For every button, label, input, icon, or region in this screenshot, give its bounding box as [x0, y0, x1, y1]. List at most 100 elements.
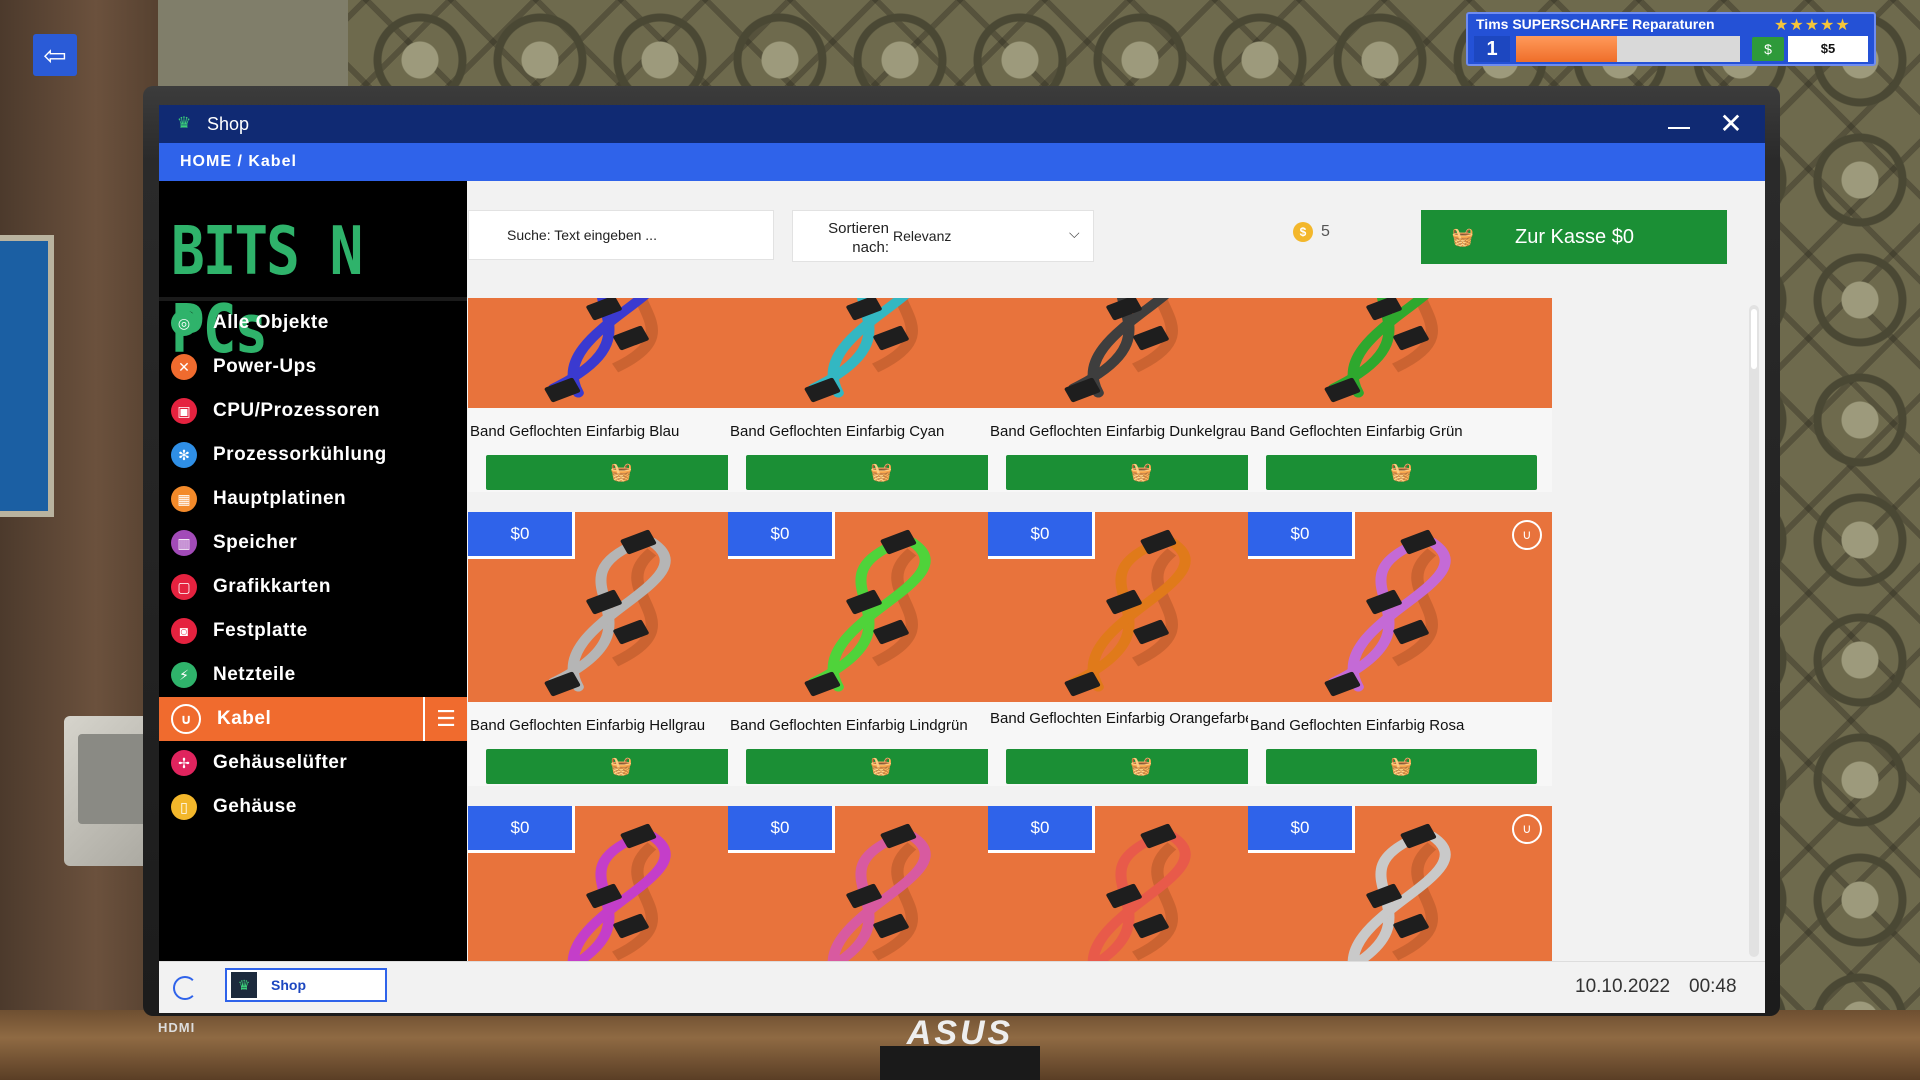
product-image[interactable]: $0∪	[468, 512, 772, 702]
basket-icon: 🧺	[1390, 756, 1413, 776]
minimize-button[interactable]	[1665, 113, 1693, 137]
sort-selected-value: Relevanz	[893, 228, 952, 244]
sidebar-item-label: Grafikkarten	[213, 576, 331, 597]
sidebar-item-motherboard[interactable]: ▦ Hauptplatinen	[159, 477, 467, 521]
fan-icon: ✢	[171, 750, 197, 776]
tools-icon: ✕	[171, 354, 197, 380]
product-card[interactable]: $0∪ Band Geflochten Einfarbig Blau 🧺	[468, 298, 772, 492]
product-name: Band Geflochten Einfarbig Lindgrün	[730, 717, 968, 734]
product-image[interactable]: $0∪	[988, 806, 1292, 961]
price-tag: $0	[468, 512, 575, 559]
basket-icon: 🧺	[1390, 462, 1413, 482]
coin-count: 5	[1321, 223, 1330, 240]
product-grid-scrollbar[interactable]	[1749, 305, 1759, 957]
price-tag: $0	[728, 512, 835, 559]
product-card[interactable]: $0∪ Band Geflochten Einfarbig Orangefarbe…	[988, 512, 1292, 786]
add-to-cart-button[interactable]: 🧺	[746, 749, 1017, 784]
sidebar-item-cpu[interactable]: ▣ CPU/Prozessoren	[159, 389, 467, 433]
shop-name: Tims SUPERSCHARFE Reparaturen	[1476, 16, 1715, 32]
sidebar-item-case[interactable]: ▯ Gehäuse	[159, 785, 467, 829]
sidebar-item-memory[interactable]: ▥ Speicher	[159, 521, 467, 565]
checkout-button[interactable]: 🧺 Zur Kasse $0	[1421, 210, 1727, 264]
power-supply-icon: ⚡	[171, 662, 197, 688]
product-card[interactable]: $0∪	[988, 806, 1292, 961]
chevron-down-icon: ⌵	[1069, 225, 1080, 241]
cooling-icon: ✻	[171, 442, 197, 468]
exit-computer-button[interactable]: ⇦	[33, 34, 77, 76]
product-card[interactable]: $0∪ Band Geflochten Einfarbig Lindgrün 🧺	[728, 512, 1032, 786]
add-to-cart-button[interactable]: 🧺	[486, 749, 757, 784]
coin-icon: $	[1293, 222, 1313, 242]
product-card[interactable]: $0∪	[728, 806, 1032, 961]
product-name: Band Geflochten Einfarbig Grün	[1250, 423, 1463, 440]
sidebar-item-label: Netzteile	[213, 664, 296, 685]
sidebar-item-hdd[interactable]: ◙ Festplatte	[159, 609, 467, 653]
breadcrumb-current: Kabel	[248, 153, 297, 170]
gpu-icon: ▢	[171, 574, 197, 600]
product-image[interactable]: $0∪	[728, 512, 1032, 702]
product-card[interactable]: $0∪ Band Geflochten Einfarbig Cyan 🧺	[728, 298, 1032, 492]
add-to-cart-button[interactable]: 🧺	[486, 455, 757, 490]
sort-dropdown[interactable]: Sortieren nach: Relevanz ⌵	[792, 210, 1094, 262]
scrollbar-thumb[interactable]	[1751, 309, 1757, 369]
filter-sliders-icon[interactable]: ☰	[423, 697, 467, 741]
rating-stars-icon: ★★★★★	[1774, 17, 1851, 34]
wall-picture	[0, 235, 54, 517]
add-to-cart-button[interactable]: 🧺	[746, 455, 1017, 490]
taskbar-shop-label: Shop	[271, 977, 306, 993]
cash-amount: $5	[1788, 36, 1868, 62]
product-image[interactable]: $0∪	[1248, 512, 1552, 702]
product-name: Band Geflochten Einfarbig Dunkelgrau	[990, 423, 1246, 440]
product-image[interactable]: $0∪	[468, 806, 772, 961]
sidebar-item-label: CPU/Prozessoren	[213, 400, 380, 421]
add-to-cart-button[interactable]: 🧺	[1006, 749, 1277, 784]
start-menu-icon[interactable]	[173, 976, 197, 1000]
all-objects-icon: ◎	[171, 310, 197, 336]
sidebar-item-cooling[interactable]: ✻ Prozessorkühlung	[159, 433, 467, 477]
basket-icon: 🧺	[1130, 462, 1153, 482]
price-tag: $0	[728, 806, 835, 853]
product-card[interactable]: $0∪	[1248, 806, 1552, 961]
product-name: Band Geflochten Einfarbig Orangefarben	[990, 710, 1262, 727]
product-image[interactable]: $0∪	[1248, 298, 1552, 408]
search-input[interactable]	[468, 210, 774, 260]
product-card[interactable]: $0∪ Band Geflochten Einfarbig Dunkelgrau 🧺	[988, 298, 1292, 492]
wall-panel	[158, 0, 348, 100]
product-card[interactable]: $0 ∪ Band Geflochten Einfarbig Rosa 🧺	[1248, 512, 1552, 786]
taskbar: ♛ Shop 10.10.2022 00:48	[159, 961, 1765, 1013]
category-sidebar: BITS N PCs ◎ Alle Objekte ✕ Power-Ups ▣ CPU/P…	[159, 181, 467, 961]
product-card[interactable]: $0∪	[468, 806, 772, 961]
sidebar-item-tools[interactable]: ✕ Power-Ups	[159, 345, 467, 389]
xp-progress-fill	[1516, 36, 1617, 62]
sidebar-item-all-objects[interactable]: ◎ Alle Objekte	[159, 301, 467, 345]
sidebar-item-gpu[interactable]: ▢ Grafikkarten	[159, 565, 467, 609]
sidebar-item-power-supply[interactable]: ⚡ Netzteile	[159, 653, 467, 697]
close-icon: ✕	[1719, 108, 1743, 139]
product-image[interactable]: $0∪	[1248, 806, 1552, 961]
product-name: Band Geflochten Einfarbig Blau	[470, 423, 680, 440]
shop-app-icon: ♛	[231, 972, 257, 998]
add-to-cart-button[interactable]: 🧺	[1006, 455, 1277, 490]
exit-icon: ⇦	[43, 39, 67, 71]
product-image[interactable]: $0∪	[988, 512, 1292, 702]
product-image[interactable]: $0∪	[468, 298, 772, 408]
price-tag: $0	[1248, 512, 1355, 559]
hdmi-logo: HDMI	[158, 1020, 196, 1035]
add-to-cart-button[interactable]: 🧺	[1266, 749, 1537, 784]
sidebar-item-label: Kabel	[217, 708, 272, 729]
product-image[interactable]: $0∪	[728, 298, 1032, 408]
sidebar-item-label: Power-Ups	[213, 356, 317, 377]
shop-app-icon: ♛	[176, 115, 192, 132]
product-card[interactable]: $0∪ Band Geflochten Einfarbig Grün 🧺	[1248, 298, 1552, 492]
breadcrumb-home[interactable]: HOME	[180, 153, 232, 170]
close-button[interactable]: ✕	[1715, 109, 1747, 139]
add-to-cart-button[interactable]: 🧺	[1266, 455, 1537, 490]
sidebar-item-fan[interactable]: ✢ Gehäuselüfter	[159, 741, 467, 785]
product-image[interactable]: $0∪	[728, 806, 1032, 961]
product-image[interactable]: $0∪	[988, 298, 1292, 408]
product-card[interactable]: $0∪ Band Geflochten Einfarbig Hellgrau 🧺	[468, 512, 772, 786]
left-wall	[0, 0, 160, 1080]
monitor-brand-logo: ASUS	[906, 1014, 1014, 1052]
taskbar-shop-button[interactable]: ♛ Shop	[225, 968, 387, 1002]
sidebar-item-cable[interactable]: ∪ Kabel ☰	[159, 697, 467, 741]
